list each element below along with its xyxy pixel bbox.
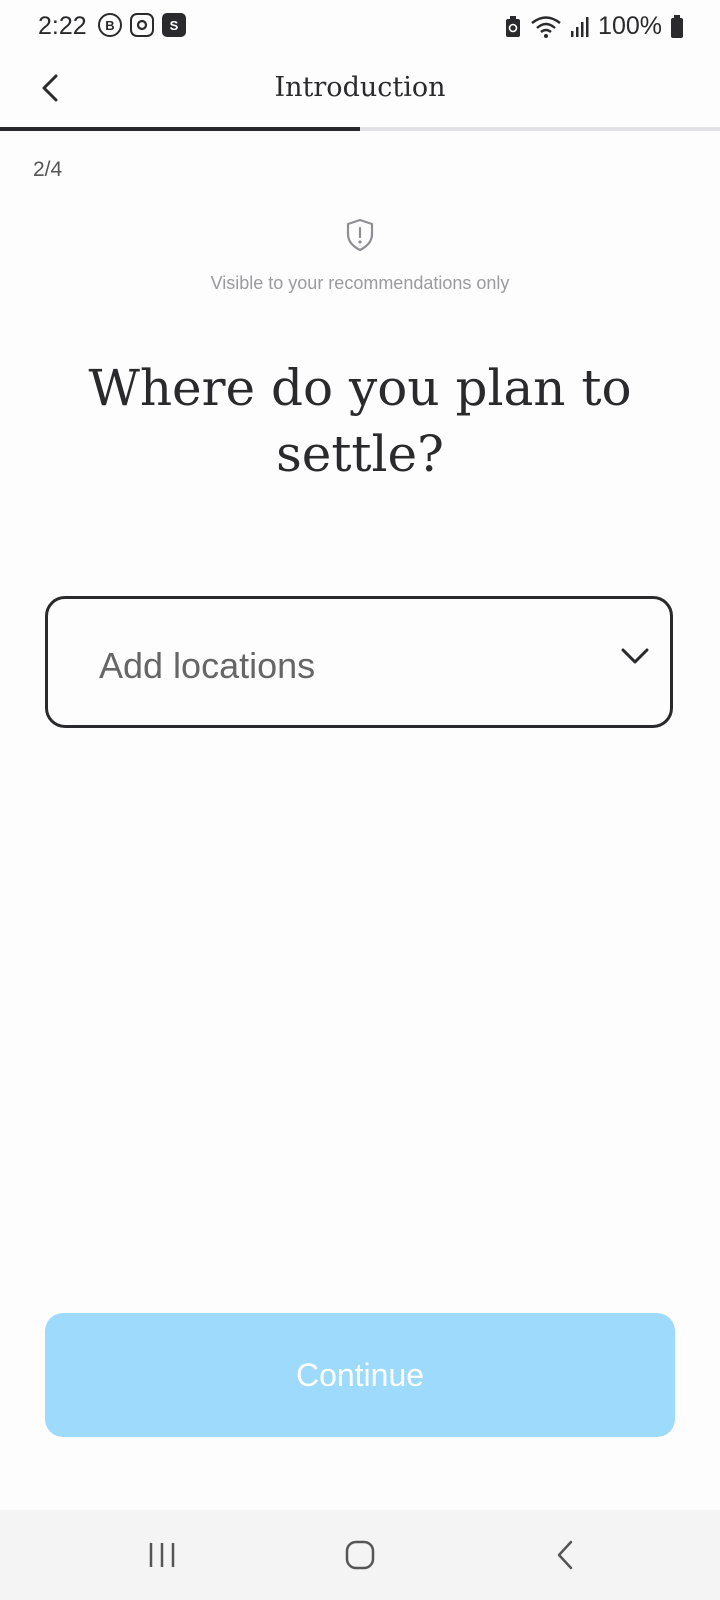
location-placeholder: Add locations — [99, 645, 316, 686]
battery-saver-icon — [506, 15, 521, 37]
s-app-icon: S — [162, 13, 186, 37]
b-chat-icon: B — [98, 13, 122, 37]
continue-button[interactable]: Continue — [45, 1313, 675, 1437]
progress-bar — [0, 127, 720, 131]
status-time: 2:22 — [38, 12, 87, 40]
page-title: Introduction — [274, 72, 446, 103]
notification-icons: B S — [98, 13, 186, 37]
signal-icon — [571, 16, 589, 37]
system-back-button[interactable] — [540, 1532, 590, 1578]
progress-bar-fill — [0, 127, 360, 131]
wifi-icon — [531, 15, 561, 38]
system-icons: 100% — [504, 12, 684, 41]
battery-icon — [671, 14, 683, 38]
battery-percent: 100% — [598, 12, 662, 40]
step-counter: 2/4 — [33, 158, 63, 181]
recent-apps-icon — [149, 1543, 175, 1567]
location-select[interactable]: Add locations — [45, 596, 673, 728]
header: Introduction — [0, 54, 720, 128]
privacy-notice: Visible to your recommendations only — [0, 218, 720, 294]
question-heading: Where do you plan to settle? — [88, 359, 632, 483]
instagram-icon — [130, 13, 154, 37]
home-icon — [345, 1540, 375, 1570]
recent-apps-button[interactable] — [137, 1532, 187, 1578]
status-bar: 2:22 B S 100% — [0, 0, 720, 54]
chevron-down-icon — [620, 647, 650, 670]
system-nav-bar — [0, 1510, 720, 1600]
back-icon — [557, 1540, 573, 1570]
home-button[interactable] — [335, 1532, 385, 1578]
shield-alert-icon — [346, 218, 374, 257]
privacy-note: Visible to your recommendations only — [210, 273, 510, 293]
